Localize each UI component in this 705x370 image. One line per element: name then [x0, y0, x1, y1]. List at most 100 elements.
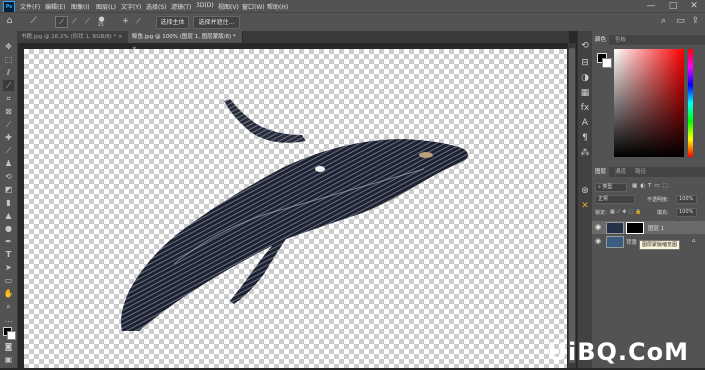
- layers-panel-tabs: 图层 通道 路径: [592, 167, 705, 177]
- layer-kind-filter[interactable]: ⌕ 类型: [595, 183, 627, 192]
- menu-select[interactable]: 选择(S): [146, 2, 167, 11]
- history-brush-icon[interactable]: ⟲: [3, 171, 14, 182]
- fill-input[interactable]: 100%: [676, 208, 697, 217]
- menu-image[interactable]: 图像(I): [71, 2, 89, 11]
- more-tools-icon[interactable]: …: [3, 314, 14, 325]
- layer-mask-thumbnail[interactable]: [626, 222, 644, 234]
- fill-label: 填充:: [657, 210, 669, 216]
- right-panels: 颜色 色板 图层 通道 路径 ⌕ 类型 ▦◐T▭⬚ 正常 不透明度: 100% …: [592, 31, 705, 368]
- search-icon: ⌕: [598, 184, 601, 190]
- menu-file[interactable]: 文件(F): [20, 2, 40, 11]
- tools-panel: ✥ ⬚ ℓ ⟋ ⌗ ⊠ ⟋ ✚ ⟋ ♟ ⟲ ◩ ▮ ▲ ● ✒ T ➤ ▭ ✋ …: [0, 31, 18, 368]
- marquee-tool-icon[interactable]: ⬚: [3, 54, 14, 65]
- vertical-scrollbar[interactable]: [568, 43, 576, 368]
- dodge-tool-icon[interactable]: ●: [3, 223, 14, 234]
- menu-type[interactable]: 文字(Y): [121, 2, 141, 11]
- path-selection-icon[interactable]: ➤: [3, 262, 14, 273]
- lasso-tool-icon[interactable]: ℓ: [3, 67, 14, 78]
- tab-paths[interactable]: 路径: [632, 167, 649, 177]
- quick-selection-tool-icon[interactable]: ⟋: [28, 16, 39, 26]
- tool-presets-icon[interactable]: ✕: [580, 201, 590, 211]
- blur-tool-icon[interactable]: ▲: [3, 210, 14, 221]
- healing-brush-icon[interactable]: ✚: [3, 132, 14, 143]
- close-icon[interactable]: ✕: [689, 1, 699, 11]
- swatches-panel-icon[interactable]: ▦: [580, 88, 590, 98]
- clone-source-icon[interactable]: ⊛: [580, 186, 590, 196]
- zoom-tool-icon[interactable]: ⌕: [3, 301, 14, 312]
- search-icon[interactable]: ⌕: [658, 16, 669, 26]
- opacity-input[interactable]: 100%: [676, 195, 697, 204]
- subtract-from-selection-icon[interactable]: ⟋: [82, 16, 93, 26]
- scrollbar-thumb[interactable]: [569, 48, 575, 363]
- pen-tool-icon[interactable]: ✒: [3, 236, 14, 247]
- quick-mask-icon[interactable]: ◙: [3, 341, 14, 352]
- add-to-selection-icon[interactable]: ⟋: [69, 16, 80, 26]
- screen-mode-icon[interactable]: ▣: [3, 354, 14, 365]
- workspace-icon[interactable]: ▭: [675, 16, 686, 26]
- share-icon[interactable]: ⇪: [690, 16, 701, 26]
- tab-close-icon[interactable]: ×: [118, 34, 123, 40]
- visibility-eye-icon[interactable]: ◉: [595, 223, 601, 231]
- layer-row-layer1[interactable]: ◉ 图层 1: [592, 221, 705, 234]
- frame-tool-icon[interactable]: ⊠: [3, 106, 14, 117]
- layer-name[interactable]: 背景: [626, 238, 637, 246]
- crop-tool-icon[interactable]: ⌗: [3, 93, 14, 104]
- rectangle-tool-icon[interactable]: ▭: [3, 275, 14, 286]
- blend-mode-select[interactable]: 正常: [595, 195, 635, 204]
- menu-window[interactable]: 窗口(W): [242, 2, 265, 11]
- sample-all-layers-icon[interactable]: ⁜: [120, 16, 131, 26]
- filter-icons[interactable]: ▦◐T▭⬚: [632, 183, 671, 189]
- tab-color[interactable]: 颜色: [592, 35, 610, 45]
- eraser-tool-icon[interactable]: ◩: [3, 184, 14, 195]
- background-color-swatch[interactable]: [7, 331, 16, 340]
- enhance-edge-icon[interactable]: ⟋: [133, 16, 144, 26]
- visibility-eye-icon[interactable]: ◉: [595, 237, 601, 245]
- maximize-icon[interactable]: □: [668, 1, 678, 11]
- brush-settings-icon[interactable]: ⁂: [580, 148, 590, 158]
- brush-size-value: 25: [98, 23, 104, 28]
- tab-label: 鲸鱼.jpg @ 100% (图层 1, 图层蒙版/8) *: [132, 34, 236, 40]
- gradient-tool-icon[interactable]: ▮: [3, 197, 14, 208]
- type-tool-icon[interactable]: T: [3, 249, 14, 260]
- history-panel-icon[interactable]: ⟲: [580, 41, 590, 51]
- tab-swatches[interactable]: 色板: [612, 35, 629, 45]
- select-subject-button[interactable]: 选择主体: [156, 16, 189, 29]
- color-picker-field[interactable]: [614, 49, 684, 157]
- home-icon[interactable]: ⌂: [4, 16, 15, 26]
- options-bar: ⌂ ⟋ ⟋ ⟋ ⟋ ● 25 ⁜ ⟋ 选择主体 选择并遮住... ⌕ ▭ ⇪: [0, 12, 705, 31]
- menu-layer[interactable]: 图层(L): [96, 2, 116, 11]
- styles-panel-icon[interactable]: fx: [580, 103, 590, 113]
- document-canvas[interactable]: [24, 49, 567, 368]
- lock-icon: ⌂: [692, 238, 696, 244]
- hand-tool-icon[interactable]: ✋: [3, 288, 14, 299]
- menu-view[interactable]: 视图(V): [218, 2, 239, 11]
- quick-selection-tool-icon[interactable]: ⟋: [3, 80, 14, 91]
- site-watermark: UiBQ.CoM: [547, 338, 689, 366]
- tab-layers[interactable]: 图层: [592, 167, 610, 177]
- eyedropper-tool-icon[interactable]: ⟋: [3, 119, 14, 130]
- select-and-mask-button[interactable]: 选择并遮住...: [193, 16, 240, 29]
- move-tool-icon[interactable]: ✥: [3, 41, 14, 52]
- character-panel-icon[interactable]: A: [580, 118, 590, 128]
- brush-tool-icon[interactable]: ⟋: [3, 145, 14, 156]
- menu-bar: Ps 文件(F) 编辑(E) 图像(I) 图层(L) 文字(Y) 选择(S) 滤…: [0, 0, 705, 13]
- clone-stamp-icon[interactable]: ♟: [3, 158, 14, 169]
- tab-book-document[interactable]: 书籍.jpg @ 26.2% (形状 1, RGB/8) * ×: [17, 31, 130, 43]
- lock-icons[interactable]: ▦⟋✥⬚🔒: [610, 209, 643, 215]
- menu-edit[interactable]: 编辑(E): [45, 2, 65, 11]
- bg-color-swatch[interactable]: [602, 58, 612, 68]
- minimize-icon[interactable]: —: [646, 1, 656, 11]
- layer-name[interactable]: 图层 1: [648, 224, 664, 232]
- properties-panel-icon[interactable]: ⊟: [580, 58, 590, 68]
- document-tabs: 书籍.jpg @ 26.2% (形状 1, RGB/8) * × 鲸鱼.jpg …: [17, 31, 569, 52]
- hue-slider[interactable]: [688, 49, 693, 157]
- menu-help[interactable]: 帮助(H): [267, 2, 288, 11]
- tab-whale-document[interactable]: 鲸鱼.jpg @ 100% (图层 1, 图层蒙版/8) * ×: [128, 31, 243, 52]
- paragraph-panel-icon[interactable]: ¶: [580, 133, 590, 143]
- menu-3d[interactable]: 3D(D): [196, 2, 214, 9]
- tab-channels[interactable]: 通道: [612, 167, 629, 177]
- color-panel-tabs: 颜色 色板: [592, 35, 705, 45]
- new-selection-icon[interactable]: ⟋: [55, 16, 68, 28]
- menu-filter[interactable]: 滤镜(T): [171, 2, 191, 11]
- adjustments-panel-icon[interactable]: ◑: [580, 73, 590, 83]
